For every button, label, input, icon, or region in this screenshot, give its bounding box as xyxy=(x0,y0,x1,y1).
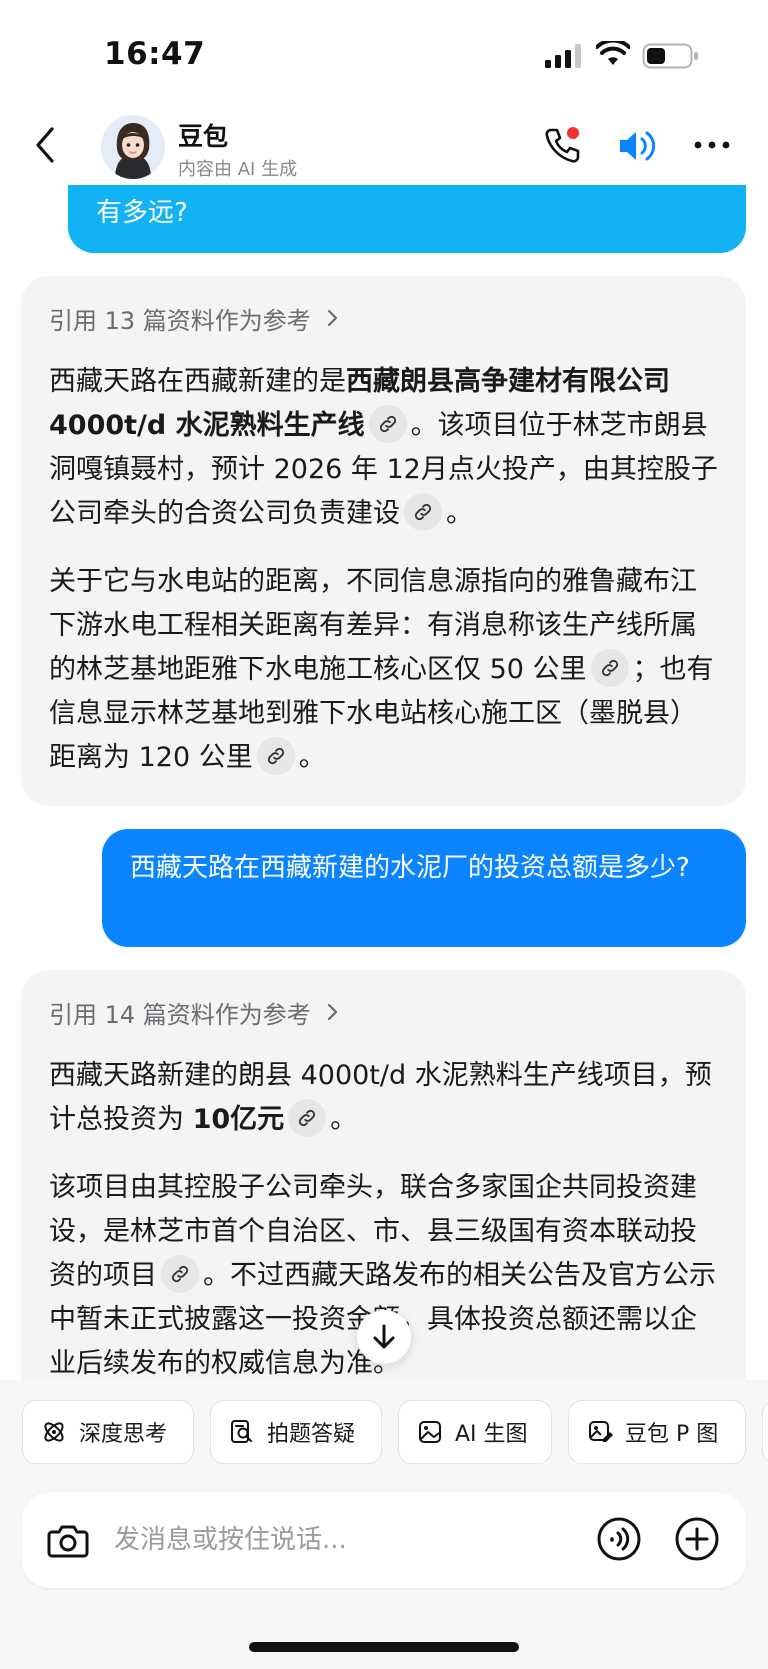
reply-text: 。 xyxy=(446,498,473,529)
ai-generated-note: 内容由 AI 生成 xyxy=(178,159,298,180)
atom-icon xyxy=(44,1422,64,1442)
message-input[interactable] xyxy=(114,1514,544,1566)
quick-action-more[interactable] xyxy=(762,1400,768,1464)
camera-icon[interactable] xyxy=(46,1518,90,1562)
references-label: 引用 13 篇资料作为参考 xyxy=(49,306,311,335)
user-message-text: 西藏天路在西藏新建的水泥厂的投资总额是多少? xyxy=(130,853,690,883)
cellular-signal-icon xyxy=(545,44,581,68)
reply-text: 。 xyxy=(298,742,326,773)
quick-actions-bar[interactable]: 深度思考 拍题答疑 AI 生图 豆包 P 图 xyxy=(22,1400,768,1466)
reply-paragraph: 西藏天路新建的朗县 4000t/d 水泥熟料生产线项目，预计总投资为 10亿元 。 xyxy=(49,1054,718,1142)
status-time: 16:47 xyxy=(104,36,206,72)
user-message-bubble[interactable]: 西藏天路在西藏新建的水泥厂的投资总额是多少? xyxy=(102,829,746,947)
quick-action-photo-question[interactable]: 拍题答疑 xyxy=(210,1400,382,1464)
more-icon[interactable] xyxy=(692,135,732,155)
wifi-icon xyxy=(596,41,630,65)
quick-action-label: 拍题答疑 xyxy=(267,1422,356,1447)
image-edit-icon xyxy=(589,1421,613,1442)
avatar-portrait-icon xyxy=(101,115,165,179)
quick-action-image-edit[interactable]: 豆包 P 图 xyxy=(568,1400,746,1464)
call-notification-dot xyxy=(567,127,579,139)
back-icon[interactable] xyxy=(30,125,60,165)
photo-question-icon xyxy=(231,1420,252,1443)
reply-text: 西藏天路在西藏新建的是 xyxy=(49,366,346,397)
bot-name[interactable]: 豆包 xyxy=(178,117,228,153)
source-link-icon[interactable] xyxy=(590,648,629,687)
source-link-icon[interactable] xyxy=(368,404,407,443)
references-link[interactable]: 引用 13 篇资料作为参考 xyxy=(49,298,718,338)
references-label: 引用 14 篇资料作为参考 xyxy=(49,1000,311,1029)
reply-text-bold: 10亿元 xyxy=(192,1104,285,1135)
home-indicator xyxy=(249,1642,519,1652)
bottom-panel: 深度思考 拍题答疑 AI 生图 豆包 P 图 发消息或按住说话... xyxy=(0,1380,768,1669)
user-message-text: 有多远? xyxy=(96,198,188,228)
plus-icon[interactable] xyxy=(674,1516,720,1562)
source-link-icon[interactable] xyxy=(404,492,442,531)
chat-scroll-area[interactable]: 有多远? 引用 13 篇资料作为参考 西藏天路在西藏新建的是西藏朗县高争建材有限… xyxy=(0,0,768,1380)
image-icon xyxy=(419,1421,441,1443)
speaker-icon[interactable] xyxy=(616,125,660,167)
avatar[interactable] xyxy=(101,115,165,179)
quick-action-deep-think[interactable]: 深度思考 xyxy=(22,1400,194,1464)
voice-call-icon[interactable] xyxy=(596,1516,642,1562)
reply-text: 。 xyxy=(330,1104,358,1135)
status-bar: 16:47 xyxy=(0,0,768,110)
reply-paragraph: 西藏天路在西藏新建的是西藏朗县高争建材有限公司 4000t/d 水泥熟料生产线。… xyxy=(49,360,718,536)
quick-action-ai-image[interactable]: AI 生图 xyxy=(398,1400,552,1464)
reply-paragraph: 关于它与水电站的距离，不同信息源指向的雅鲁藏布江下游水电工程相关距离有差异：有消… xyxy=(49,560,718,780)
chevron-right-icon xyxy=(327,309,337,327)
source-link-icon[interactable] xyxy=(161,1254,199,1293)
scroll-to-bottom-button[interactable] xyxy=(357,1310,411,1364)
quick-action-label: AI 生图 xyxy=(455,1422,528,1447)
message-composer xyxy=(22,1492,746,1588)
arrow-down-icon xyxy=(373,1324,395,1349)
reply-text: 西藏天路新建的朗县 4000t/d 水泥熟料生产线项目，预计总投资为 xyxy=(49,1060,712,1135)
ai-reply-card: 引用 13 篇资料作为参考 西藏天路在西藏新建的是西藏朗县高争建材有限公司 40… xyxy=(21,276,746,806)
references-link[interactable]: 引用 14 篇资料作为参考 xyxy=(49,992,718,1032)
quick-action-label: 豆包 P 图 xyxy=(625,1422,719,1447)
source-link-icon[interactable] xyxy=(288,1098,327,1137)
battery-icon xyxy=(642,43,698,69)
source-link-icon[interactable] xyxy=(256,736,295,775)
chat-header: 豆包 内容由 AI 生成 xyxy=(0,105,768,185)
quick-action-label: 深度思考 xyxy=(79,1422,168,1447)
chevron-right-icon xyxy=(327,1003,337,1021)
